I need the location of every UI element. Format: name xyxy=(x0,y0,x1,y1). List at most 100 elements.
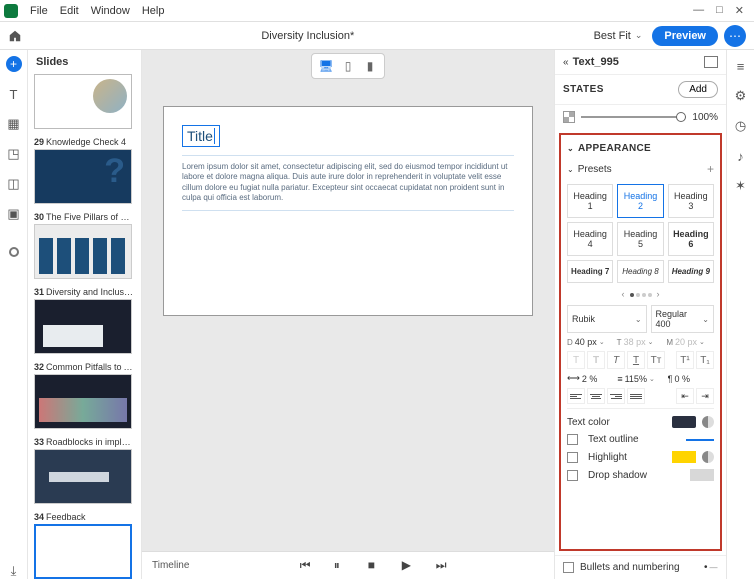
highlight-checkbox[interactable] xyxy=(567,452,578,463)
menu-edit[interactable]: Edit xyxy=(54,5,85,17)
interactions-icon[interactable]: ⚙ xyxy=(733,88,749,104)
skip-back-icon[interactable]: ⏮ xyxy=(300,558,316,574)
zoom-fit[interactable]: Best Fit xyxy=(594,30,631,42)
indent-decrease-icon[interactable]: ⇤ xyxy=(676,388,694,404)
components-icon[interactable]: ▣ xyxy=(6,206,22,222)
slide-canvas[interactable]: Title Lorem ipsum dolor sit amet, consec… xyxy=(163,106,533,316)
menu-file[interactable]: File xyxy=(24,5,54,17)
align-center[interactable] xyxy=(587,388,605,404)
stop-icon[interactable]: ■ xyxy=(368,558,384,574)
audio-icon[interactable]: ♪ xyxy=(733,148,749,164)
font-family-select[interactable]: Rubik⌄ xyxy=(567,305,647,333)
more-button[interactable]: ⋯ xyxy=(724,25,746,47)
preset-heading-6[interactable]: Heading 6 xyxy=(668,222,714,256)
animation-icon[interactable]: ◷ xyxy=(733,118,749,134)
preset-heading-5[interactable]: Heading 5 xyxy=(617,222,663,256)
home-icon[interactable] xyxy=(8,29,22,43)
mobile-view-icon[interactable]: ▮ xyxy=(359,57,381,75)
preset-heading-7[interactable]: Heading 7 xyxy=(567,260,613,283)
export-icon[interactable]: ⤓ xyxy=(6,563,22,579)
preset-heading-3[interactable]: Heading 3 xyxy=(668,184,714,218)
slide-thumb[interactable]: 31Diversity and Inclusion Bes... xyxy=(34,287,135,354)
shape-tool-icon[interactable]: ◳ xyxy=(6,146,22,162)
opacity-slider[interactable] xyxy=(581,116,686,118)
desktop-view-icon[interactable]: 🖥 xyxy=(315,57,337,75)
accessibility-icon[interactable]: ✶ xyxy=(733,178,749,194)
subscript-icon[interactable]: T₁ xyxy=(696,351,714,369)
properties-panel: « Text_995 STATES Add 100% ⌄APPEARANCE ⌄… xyxy=(554,50,726,579)
bullets-checkbox[interactable] xyxy=(563,562,574,573)
preset-heading-1[interactable]: Heading 1 xyxy=(567,184,613,218)
presets-label: Presets xyxy=(578,164,707,175)
device-toggle: 🖥 ▯ ▮ xyxy=(142,50,554,82)
close-icon[interactable]: ✕ xyxy=(735,4,744,17)
font-weight-select[interactable]: Regular 400⌄ xyxy=(651,305,714,333)
text-outline-label: Text outline xyxy=(588,434,680,445)
slide-thumb[interactable]: 29Knowledge Check 4 xyxy=(34,137,135,204)
appearance-title: APPEARANCE xyxy=(578,143,651,154)
opacity-value: 100% xyxy=(692,112,718,123)
body-text[interactable]: Lorem ipsum dolor sit amet, consectetur … xyxy=(182,155,514,211)
menu-help[interactable]: Help xyxy=(136,5,171,17)
align-left[interactable] xyxy=(567,388,585,404)
indent-increase-icon[interactable]: ⇥ xyxy=(696,388,714,404)
slide-thumb[interactable]: 30The Five Pillars of DEI xyxy=(34,212,135,279)
slide-thumb[interactable] xyxy=(34,74,135,129)
style-case[interactable]: Tт xyxy=(647,351,665,369)
paragraph-spacing[interactable]: ¶0 % xyxy=(668,374,714,384)
size-desktop[interactable]: D40 px⌄ xyxy=(567,337,615,347)
bounds-icon[interactable] xyxy=(704,56,718,68)
align-right[interactable] xyxy=(607,388,625,404)
highlight-opacity-icon[interactable] xyxy=(702,451,714,463)
style-bold[interactable]: T xyxy=(587,351,605,369)
add-state-button[interactable]: Add xyxy=(678,81,718,98)
preset-heading-4[interactable]: Heading 4 xyxy=(567,222,613,256)
slide-thumb[interactable]: 32Common Pitfalls to Avoid xyxy=(34,362,135,429)
minimize-icon[interactable]: — xyxy=(693,4,704,17)
slide-thumb[interactable]: 33Roadblocks in implementi... xyxy=(34,437,135,504)
back-icon[interactable]: « xyxy=(563,57,569,68)
add-icon[interactable]: + xyxy=(6,56,22,72)
record-icon[interactable] xyxy=(6,244,22,260)
align-justify[interactable] xyxy=(627,388,645,404)
play-pause-icon[interactable]: ⏸ xyxy=(334,558,350,574)
preview-button[interactable]: Preview xyxy=(652,26,718,46)
text-tool-icon[interactable]: T xyxy=(6,86,22,102)
highlight-swatch[interactable] xyxy=(672,451,696,463)
shadow-swatch[interactable] xyxy=(690,469,714,481)
slides-header: Slides xyxy=(28,50,141,74)
style-italic[interactable]: T xyxy=(607,351,625,369)
letter-spacing[interactable]: ⟷2 % xyxy=(567,373,613,384)
bullets-row[interactable]: Bullets and numbering xyxy=(555,555,726,579)
text-outline-checkbox[interactable] xyxy=(567,434,578,445)
add-preset-icon[interactable]: + xyxy=(707,162,714,176)
left-tool-rail: + T ▦ ◳ ◫ ▣ ⤓ xyxy=(0,50,28,579)
maximize-icon[interactable]: □ xyxy=(716,4,723,17)
text-color-label: Text color xyxy=(567,417,666,428)
size-mobile[interactable]: M20 px⌄ xyxy=(666,337,714,347)
text-color-opacity-icon[interactable] xyxy=(702,416,714,428)
properties-icon[interactable]: ≡ xyxy=(733,58,749,74)
outline-swatch[interactable] xyxy=(686,439,714,441)
slide-thumb[interactable]: 34Feedback xyxy=(34,512,135,579)
line-height[interactable]: ≡115%⌄ xyxy=(617,374,663,384)
style-regular[interactable]: T xyxy=(567,351,585,369)
chevron-down-icon[interactable]: ⌄ xyxy=(635,30,643,41)
media-tool-icon[interactable]: ▦ xyxy=(6,116,22,132)
preset-heading-2[interactable]: Heading 2 xyxy=(617,184,663,218)
shadow-checkbox[interactable] xyxy=(567,470,578,481)
play-icon[interactable]: ▶ xyxy=(402,558,418,574)
menu-window[interactable]: Window xyxy=(85,5,136,17)
preset-heading-8[interactable]: Heading 8 xyxy=(617,260,663,283)
preset-pager[interactable]: ‹› xyxy=(567,287,714,301)
preset-heading-9[interactable]: Heading 9 xyxy=(668,260,714,283)
skip-fwd-icon[interactable]: ⏭ xyxy=(436,558,452,574)
size-tablet[interactable]: T38 px⌄ xyxy=(617,337,665,347)
superscript-icon[interactable]: T¹ xyxy=(676,351,694,369)
text-color-swatch[interactable] xyxy=(672,416,696,428)
tablet-view-icon[interactable]: ▯ xyxy=(337,57,359,75)
widget-tool-icon[interactable]: ◫ xyxy=(6,176,22,192)
document-title: Diversity Inclusion* xyxy=(22,30,594,42)
title-text-frame[interactable]: Title xyxy=(182,125,220,147)
style-underline[interactable]: T xyxy=(627,351,645,369)
